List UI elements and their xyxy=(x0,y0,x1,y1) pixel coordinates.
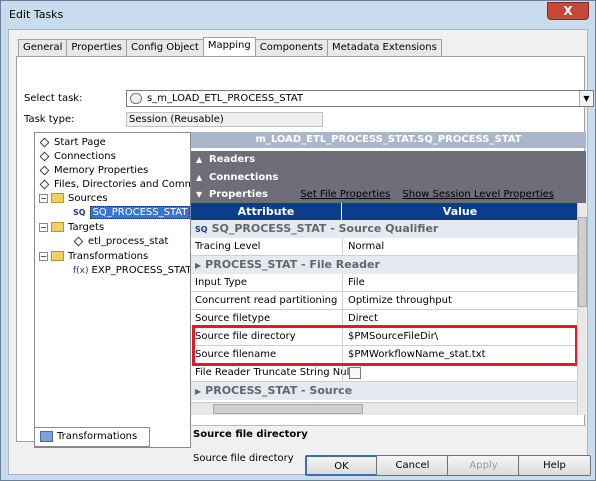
select-task-value: s_m_LOAD_ETL_PROCESS_STAT xyxy=(147,93,304,104)
description-title: Source file directory xyxy=(193,429,308,440)
select-task-label: Select task: xyxy=(24,93,83,104)
tab-components[interactable]: Components xyxy=(254,39,329,57)
expand-icon: ▲ xyxy=(196,155,203,164)
tree-item-targets[interactable]: − Targets xyxy=(39,221,104,235)
title-bar[interactable]: Edit Tasks X xyxy=(1,1,595,29)
properties-grid: SQ SQ_PROCESS_STAT - Source Qualifier Tra… xyxy=(191,220,577,415)
tab-config-object[interactable]: Config Object xyxy=(125,39,204,57)
grid-row-concurrent-read[interactable]: Concurrent read partitioning Optimize thr… xyxy=(191,292,577,310)
tab-mapping[interactable]: Mapping xyxy=(202,37,256,57)
diamond-icon xyxy=(39,165,50,175)
tree-item-connections[interactable]: Connections xyxy=(39,150,116,164)
select-task-dropdown[interactable]: s_m_LOAD_ETL_PROCESS_STAT ▼ xyxy=(126,90,594,107)
mapping-tab-panel: Select task: s_m_LOAD_ETL_PROCESS_STAT ▼… xyxy=(16,56,594,469)
properties-bar[interactable]: ▼ Properties Set File Properties Show Sess… xyxy=(191,187,586,203)
horizontal-scrollbar[interactable] xyxy=(191,402,577,415)
collapse-icon: ▼ xyxy=(196,190,203,199)
tree-item-memory-properties[interactable]: Memory Properties xyxy=(39,164,148,178)
collapse-toggle[interactable]: − xyxy=(39,251,48,261)
section-file-reader: ▶ PROCESS_STAT - File Reader xyxy=(191,256,577,274)
highlight-annotation xyxy=(192,325,578,366)
tab-properties[interactable]: Properties xyxy=(66,39,127,57)
section-source: ▶ PROCESS_STAT - Source xyxy=(191,382,577,400)
show-session-level-link[interactable]: Show Session Level Properties xyxy=(402,189,554,200)
diamond-icon xyxy=(39,151,50,161)
connections-bar[interactable]: ▲ Connections xyxy=(191,169,586,187)
panel-header: m_LOAD_ETL_PROCESS_STAT.SQ_PROCESS_STAT xyxy=(191,132,586,148)
task-type-value: Session (Reusable) xyxy=(126,112,323,127)
expand-icon: ▲ xyxy=(196,173,203,182)
transformations-view-tab[interactable]: Transformations xyxy=(34,427,150,447)
chevron-down-icon[interactable]: ▼ xyxy=(579,91,593,106)
diamond-icon xyxy=(39,137,50,147)
apply-button[interactable]: Apply xyxy=(447,455,520,476)
dialog-client: General Properties Config Object Mapping… xyxy=(8,29,594,476)
tree-item-sq-process-stat[interactable]: SQ SQ_PROCESS_STAT xyxy=(73,206,190,220)
value-column-header[interactable]: Value xyxy=(343,203,577,220)
tree-item-files-directories[interactable]: Files, Directories and Comm xyxy=(39,178,190,192)
edit-tasks-window: Edit Tasks X General Properties Config O… xyxy=(0,0,596,481)
expression-icon: f(x) xyxy=(73,266,89,276)
section-source-qualifier: SQ SQ_PROCESS_STAT - Source Qualifier xyxy=(191,220,577,238)
tree-item-transformations[interactable]: − Transformations xyxy=(39,250,148,264)
grid-row-truncate-string-null[interactable]: File Reader Truncate String Null xyxy=(191,364,577,382)
properties-links: Set File Properties Show Session Level Pr… xyxy=(288,187,554,203)
transformations-icon xyxy=(40,430,53,442)
tab-metadata-extensions[interactable]: Metadata Extensions xyxy=(327,39,442,57)
readers-bar[interactable]: ▲ Readers xyxy=(191,151,586,169)
folder-icon xyxy=(51,193,64,203)
set-file-properties-link[interactable]: Set File Properties xyxy=(300,189,390,200)
truncate-null-checkbox[interactable] xyxy=(349,367,361,379)
collapse-toggle[interactable]: − xyxy=(39,193,48,203)
vertical-scrollbar[interactable] xyxy=(577,203,587,415)
source-icon: ▶ xyxy=(195,387,202,396)
tree-item-etl-process-stat[interactable]: etl_process_stat xyxy=(73,235,168,249)
diamond-icon xyxy=(39,179,50,189)
ok-button[interactable]: OK xyxy=(305,455,378,476)
scroll-thumb[interactable] xyxy=(213,404,363,414)
tab-general[interactable]: General xyxy=(18,39,68,57)
attribute-column-header[interactable]: Attribute xyxy=(191,203,342,220)
source-qualifier-icon: SQ xyxy=(73,208,86,217)
source-qualifier-icon: SQ xyxy=(195,225,208,234)
tree-item-exp-process-stat[interactable]: f(x) EXP_PROCESS_STAT xyxy=(73,264,190,278)
tree-item-start-page[interactable]: Start Page xyxy=(39,136,106,150)
target-icon xyxy=(73,236,84,246)
folder-icon xyxy=(51,251,64,261)
collapse-toggle[interactable]: − xyxy=(39,222,48,232)
scroll-thumb[interactable] xyxy=(578,217,587,307)
navigation-tree: Start Page Connections Memory Properties… xyxy=(34,132,191,448)
help-button[interactable]: Help xyxy=(518,455,591,476)
cancel-button[interactable]: Cancel xyxy=(376,455,449,476)
window-title: Edit Tasks xyxy=(9,8,64,21)
grid-header: Attribute Value xyxy=(191,203,577,220)
folder-icon xyxy=(51,222,64,232)
description-body: Source file directory xyxy=(193,453,294,464)
reader-icon: ▶ xyxy=(195,261,202,270)
grid-row-tracing-level[interactable]: Tracing Level Normal xyxy=(191,238,577,256)
tree-item-sources[interactable]: − Sources xyxy=(39,192,108,206)
session-icon xyxy=(130,93,142,104)
grid-row-input-type[interactable]: Input Type File xyxy=(191,274,577,292)
tab-strip: General Properties Config Object Mapping… xyxy=(18,37,442,57)
close-button[interactable]: X xyxy=(547,2,589,20)
task-type-label: Task type: xyxy=(24,114,75,125)
